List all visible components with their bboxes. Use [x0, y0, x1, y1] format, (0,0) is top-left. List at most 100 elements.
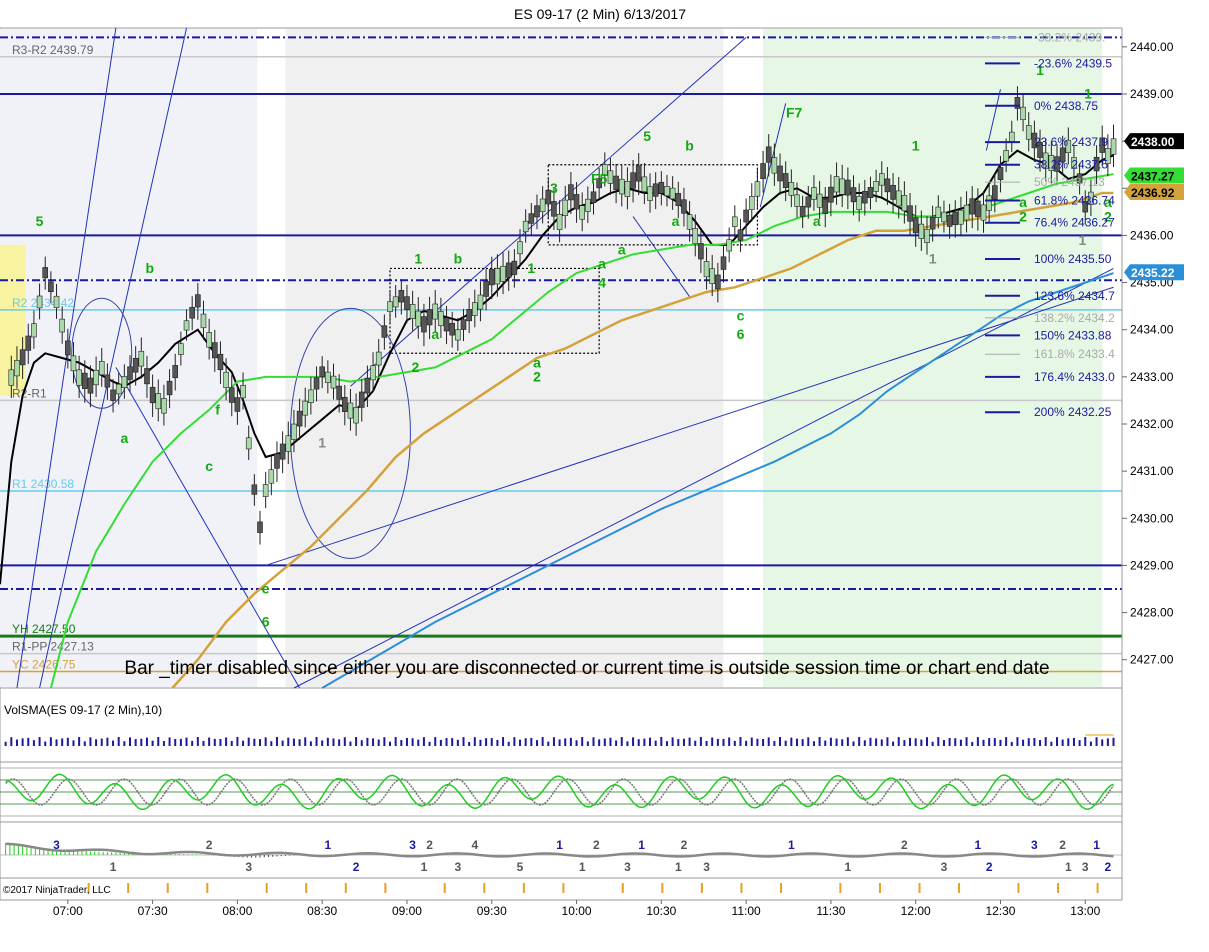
y-tick-label-3: 2429.00	[1130, 558, 1174, 572]
volume-bar	[892, 741, 895, 746]
volume-bar	[903, 740, 906, 746]
volume-bar	[372, 738, 375, 746]
volume-bar	[439, 739, 442, 746]
volume-bar	[332, 738, 335, 746]
volume-bar	[581, 737, 584, 746]
osc-label-29: 1	[1065, 860, 1072, 874]
candle-body	[36, 295, 43, 309]
chart-title: ES 09-17 (2 Min) 6/13/2017	[514, 6, 686, 22]
candle-body	[737, 229, 744, 241]
time-axis: 07:00 07:30 08:00 08:30 09:00 09:30 10:00 10:30…	[0, 899, 1122, 918]
candle-body	[760, 163, 766, 179]
volume-bar	[264, 737, 267, 746]
candle-body	[652, 183, 659, 197]
candle-body	[969, 198, 976, 215]
candle-body	[449, 322, 455, 336]
wave-label-10: b	[454, 251, 463, 267]
volume-bar	[1078, 740, 1081, 746]
level-label-6: R2 2434.42	[12, 296, 74, 310]
osc-label-20: 3	[703, 860, 710, 874]
candle-body	[788, 182, 795, 196]
osc-label-31: 1	[1093, 838, 1100, 852]
candle-body	[618, 178, 625, 195]
candle-body	[505, 262, 512, 278]
volume-bar	[32, 740, 35, 746]
wave-label-17: 4	[598, 274, 606, 290]
volume-bar	[925, 737, 928, 746]
candle-body	[381, 325, 388, 338]
candle-body	[782, 173, 789, 188]
osc-label-6: 2	[353, 860, 360, 874]
volume-bar	[496, 739, 499, 746]
candle-body	[98, 360, 105, 376]
volume-bar	[784, 740, 787, 746]
signal-tick	[918, 883, 921, 893]
volume-bar	[988, 738, 991, 746]
x-tick-label-9: 11:00	[732, 904, 761, 918]
candle-body	[200, 313, 207, 329]
candle-body	[189, 306, 195, 319]
volume-bar	[129, 737, 132, 746]
candle-body	[14, 360, 20, 377]
candle-body	[771, 157, 778, 174]
candle-body	[568, 184, 574, 201]
candle-body	[585, 198, 591, 212]
volume-bar	[711, 737, 714, 746]
volume-bar	[615, 740, 618, 746]
volume-bar	[852, 741, 855, 746]
y-tick-label-10: 2436.00	[1130, 228, 1174, 242]
candle-body	[274, 453, 280, 469]
wave-label-20: 5	[643, 128, 651, 144]
candle-body	[884, 178, 891, 193]
trading-chart[interactable]: R3-R2 2439.79R2 2434.42R2-R1R1 2430.58YH…	[0, 0, 1209, 952]
candle-body	[53, 295, 60, 308]
candle-body	[1020, 106, 1026, 121]
price-tag-1: 2438.00	[1131, 135, 1175, 149]
volume-bar	[643, 738, 646, 746]
session-notice: Bar _timer disabled since either you are…	[124, 658, 1049, 679]
volume-bar	[999, 739, 1002, 746]
candle-body	[19, 349, 26, 366]
candle-body	[811, 187, 817, 200]
volume-bar	[259, 739, 262, 746]
volume-bar	[219, 738, 222, 746]
volume-bar	[343, 737, 346, 746]
volume-bar	[609, 737, 612, 746]
volume-bar	[275, 737, 278, 746]
candle-body	[975, 200, 981, 217]
volume-bar	[535, 740, 538, 746]
candle-body	[590, 191, 597, 203]
volume-bar	[603, 738, 606, 746]
candle-body	[477, 294, 484, 310]
volume-bar	[338, 739, 341, 746]
volume-bar	[519, 739, 522, 746]
volume-bar	[795, 738, 798, 746]
candle-body	[624, 181, 631, 197]
candle-body	[952, 211, 959, 226]
volume-bar	[208, 737, 211, 746]
candle-body	[958, 209, 964, 225]
wave-label-16: a	[598, 255, 606, 271]
fib-label-9: 100% 2435.50	[1034, 252, 1112, 266]
volume-bar	[383, 737, 386, 746]
osc-label-30: 3	[1082, 860, 1089, 874]
candle-body	[732, 216, 738, 227]
fib-label-3: 0% 2438.75	[1034, 99, 1098, 113]
candle-body	[183, 320, 190, 331]
candle-body	[963, 204, 970, 221]
volume-bar	[654, 740, 657, 746]
candle-body	[319, 366, 325, 377]
volume-bar	[773, 741, 776, 746]
candle-body	[81, 372, 88, 389]
candle-body	[664, 186, 670, 197]
candle-body	[455, 329, 461, 341]
volume-bar	[225, 737, 228, 746]
candle-body	[924, 229, 930, 244]
volume-bar	[140, 738, 143, 746]
volume-bar	[355, 737, 358, 746]
volume-bar	[462, 737, 465, 746]
osc-label-1: 3	[53, 838, 60, 852]
volume-bar	[292, 738, 295, 746]
wave-label-15: 2	[533, 369, 541, 385]
candle-body	[296, 410, 303, 427]
